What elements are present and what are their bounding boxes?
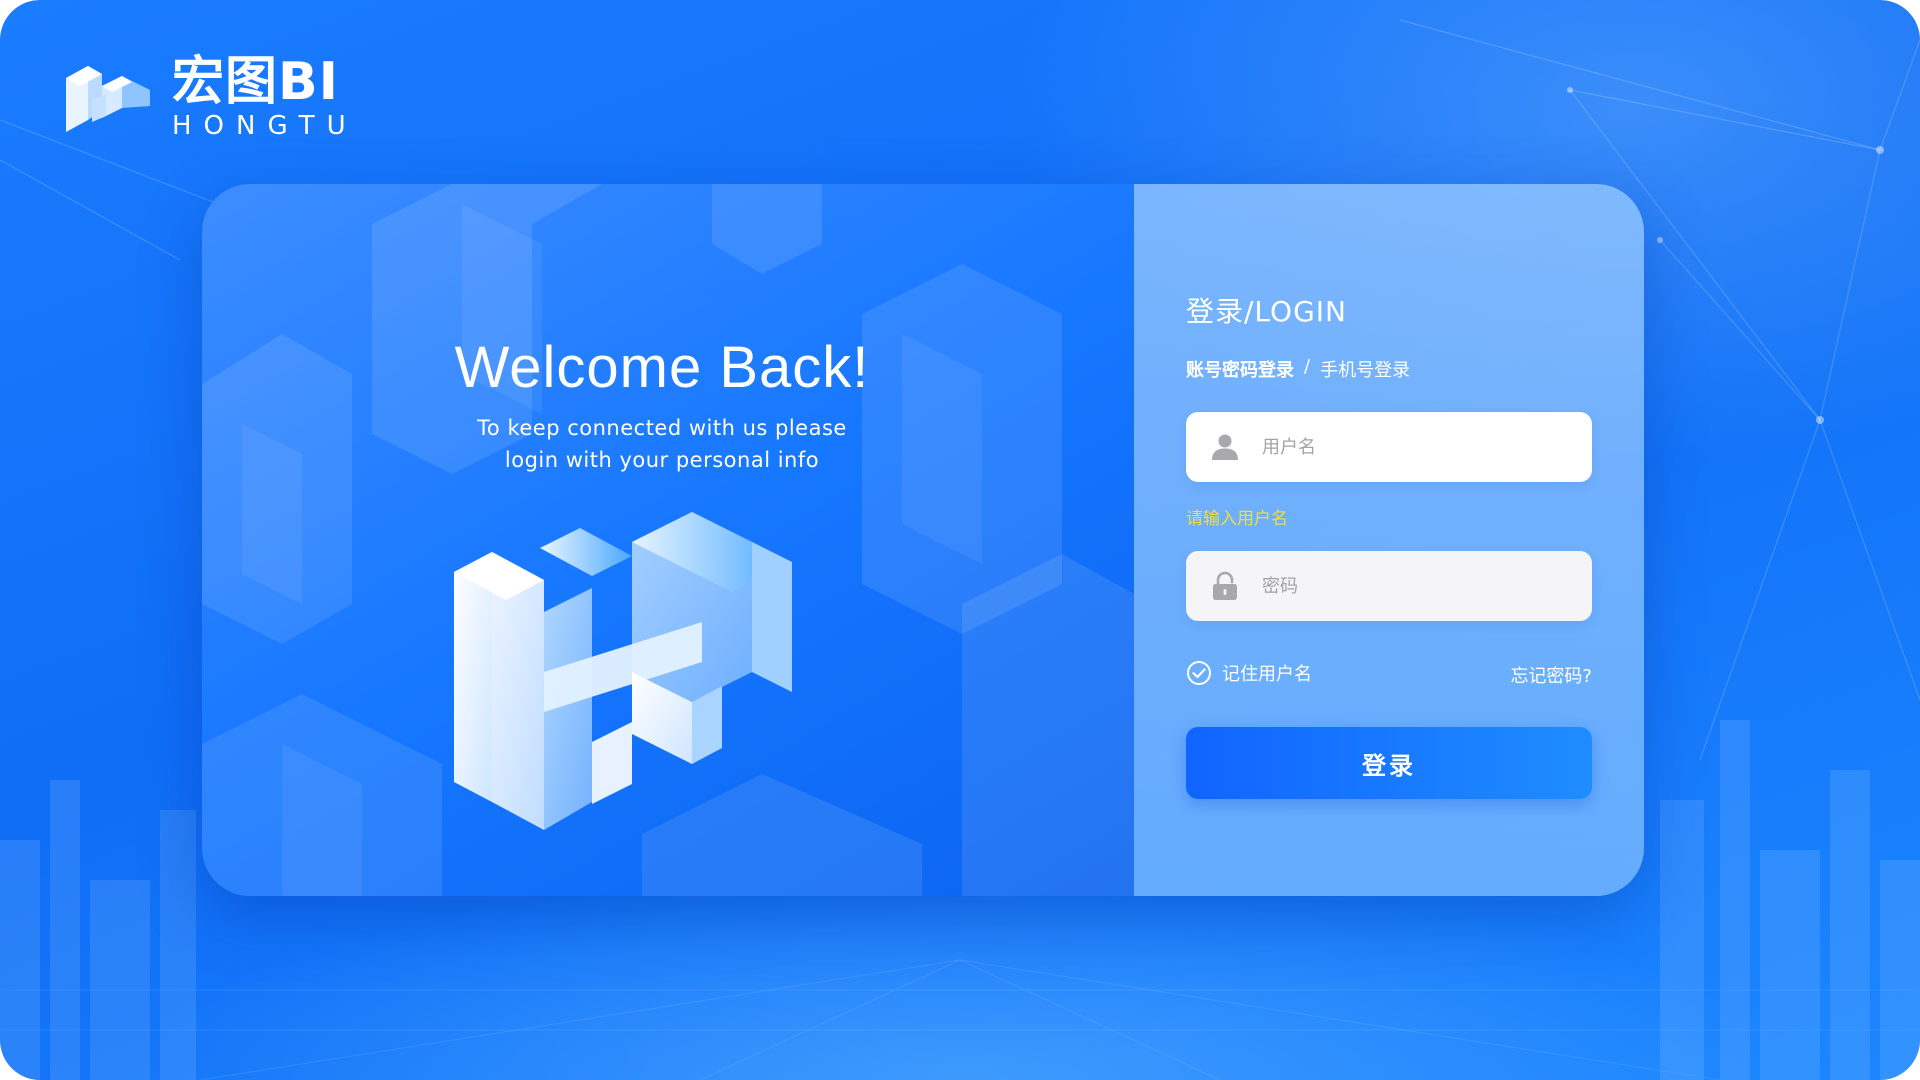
login-button[interactable]: 登录 [1186,727,1592,799]
login-mode-switch: 账号密码登录 / 手机号登录 [1186,356,1410,382]
username-input[interactable] [1262,427,1582,467]
welcome-panel: Welcome Back! To keep connected with us … [202,184,1134,896]
login-mode-separator: / [1304,356,1311,377]
login-title: 登录/LOGIN [1186,295,1347,328]
lock-icon [1213,571,1237,600]
welcome-subtitle-line1: To keep connected with us please [477,416,847,440]
password-field[interactable] [1186,551,1592,621]
brand-text: 宏图BI HONGTU [172,55,358,141]
hongtu-cube-logo-icon [66,66,150,132]
login-screen: 宏图BI HONGTU Welcome Back! To keep connec… [0,0,1920,1080]
hongtu-3d-logo-illustration [454,512,792,830]
remember-username-checkbox[interactable]: 记住用户名 [1186,660,1312,686]
username-field[interactable] [1186,412,1592,482]
login-panel: 登录/LOGIN 账号密码登录 / 手机号登录 请输入用户名 [1134,184,1644,896]
password-input[interactable] [1262,566,1582,606]
forgot-password-link[interactable]: 忘记密码? [1510,662,1592,688]
login-card: Welcome Back! To keep connected with us … [202,184,1644,896]
brand-logo[interactable]: 宏图BI HONGTU [62,55,358,141]
brand-subtitle: HONGTU [172,111,358,141]
check-circle-icon [1187,661,1211,685]
brand-title: 宏图BI [172,52,339,112]
welcome-subtitle-line2: login with your personal info [504,448,820,472]
tab-phone-login[interactable]: 手机号登录 [1320,356,1410,382]
remember-username-label: 记住用户名 [1222,664,1312,685]
welcome-title: Welcome Back! [454,335,870,400]
welcome-subtitle: To keep connected with us please login w… [442,412,882,476]
tab-account-password-login[interactable]: 账号密码登录 [1186,356,1294,382]
user-icon [1212,434,1238,460]
username-error-message: 请输入用户名 [1186,509,1288,529]
